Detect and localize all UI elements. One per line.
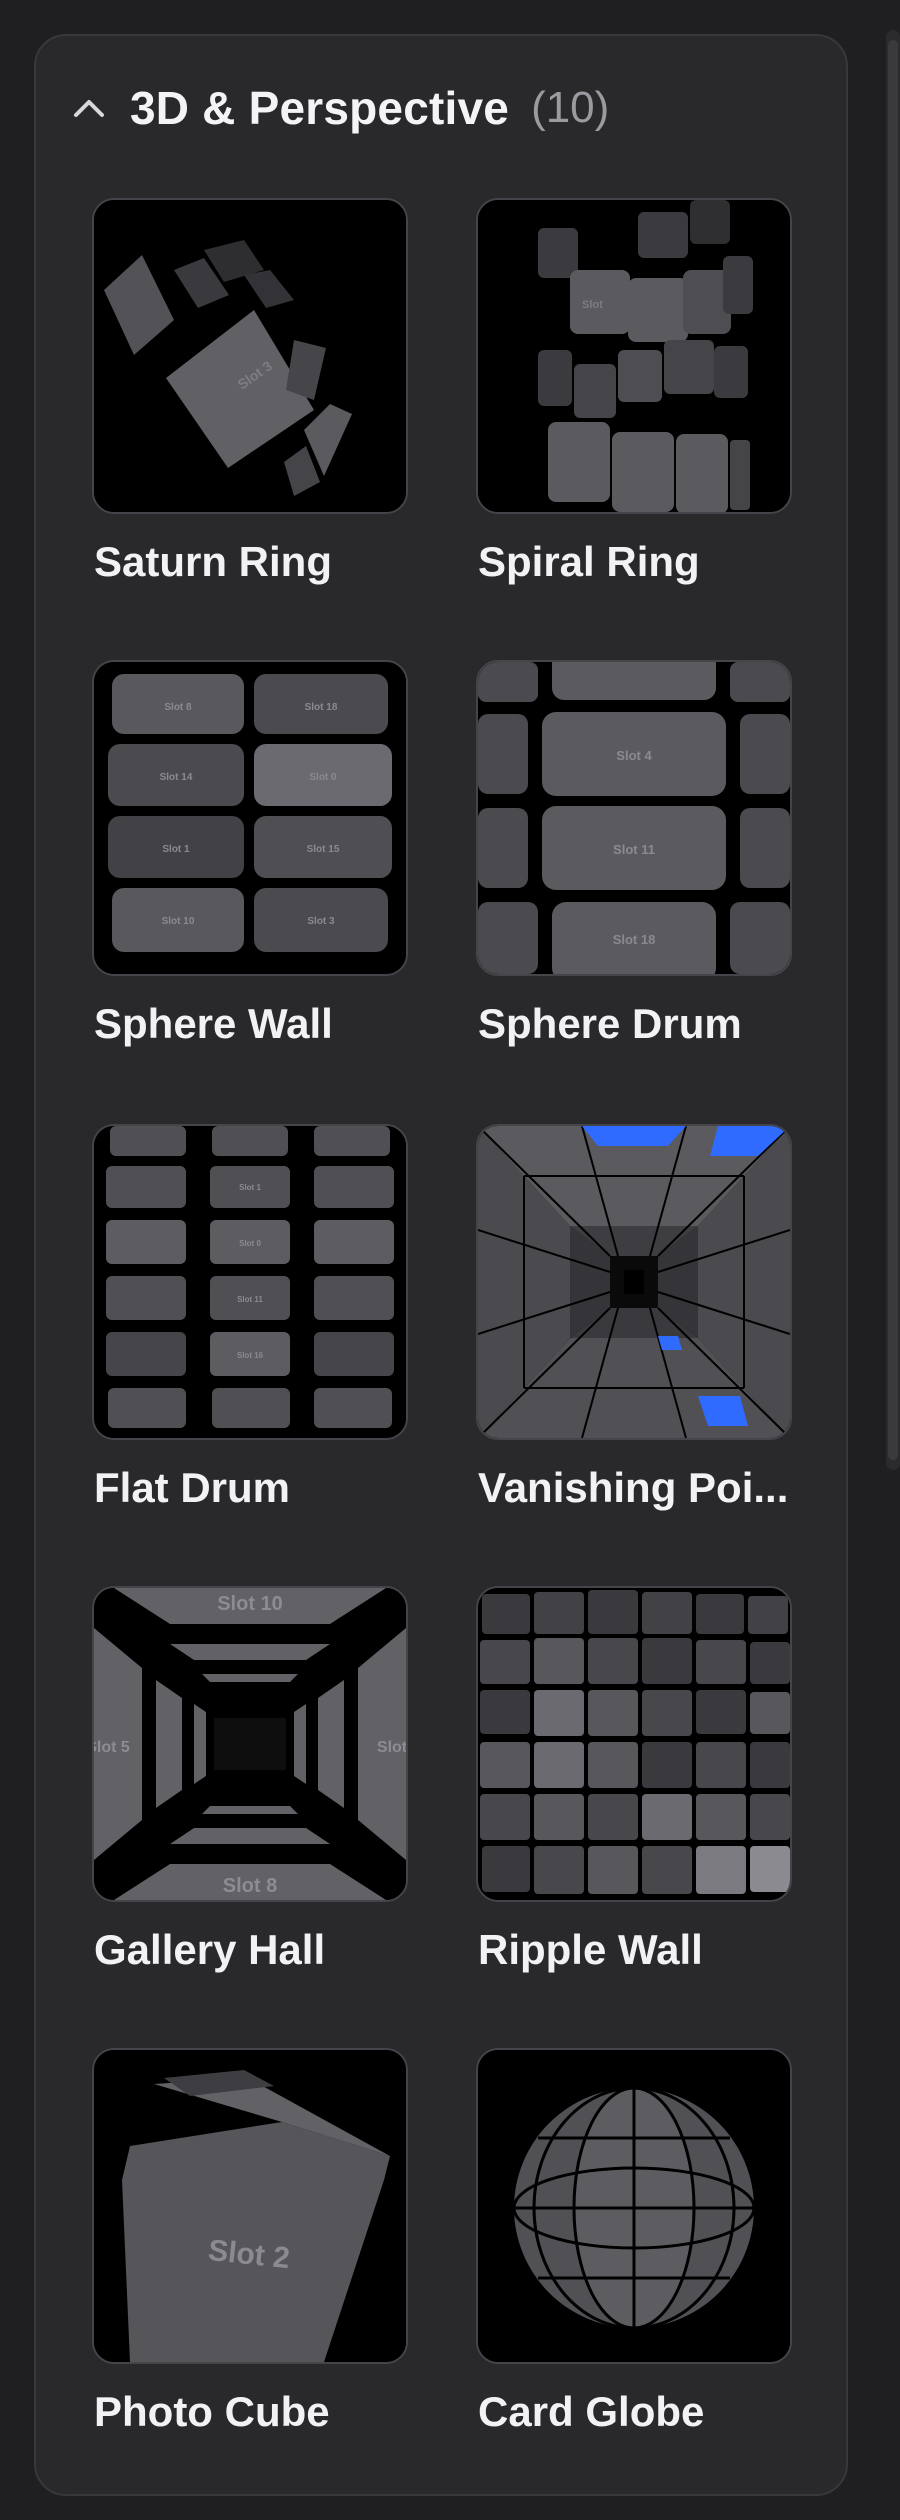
effect-card-spiral-ring[interactable]: Slot Spiral Ring: [476, 198, 796, 586]
thumbnail: [476, 2048, 792, 2364]
thumb-text: Slot 18: [305, 702, 338, 713]
thumbnail: [476, 1124, 792, 1440]
section-count: (10): [531, 83, 610, 132]
thumbnail: [476, 1586, 792, 1902]
thumbnail: Slot 8 Slot 18 Slot 14 Slot 0 Slot 1 Slo…: [92, 660, 408, 976]
thumb-text: Slot 11: [613, 842, 655, 857]
thumb-text: Slot 0: [309, 772, 337, 783]
thumb-text: Slot 4: [616, 748, 652, 763]
effect-label: Card Globe: [478, 2388, 705, 2435]
effect-label: Ripple Wall: [478, 1926, 703, 1973]
effect-label: Spiral Ring: [478, 538, 700, 585]
chevron-up-icon[interactable]: [72, 96, 106, 120]
thumb-text: Slot 10: [217, 1593, 283, 1615]
effect-label: Flat Drum: [94, 1464, 291, 1511]
effect-label: Photo Cube: [94, 2388, 330, 2435]
thumb-text: Slot 8: [164, 702, 192, 713]
thumbnail: Slot: [476, 198, 792, 514]
thumb-text: Slot 11: [237, 1295, 263, 1304]
section-header[interactable]: 3D & Perspective (10): [72, 70, 609, 146]
effect-card-ripple-wall[interactable]: Ripple Wall: [476, 1586, 796, 1974]
thumb-text: Slot 3: [307, 916, 335, 927]
thumbnail: Slot 10 Slot 8 Slot 5 Slot: [92, 1586, 408, 1902]
effect-card-saturn-ring[interactable]: Slot 3 Saturn Ring: [92, 198, 412, 586]
effect-card-photo-cube[interactable]: Slot 2 Photo Cube: [92, 2048, 412, 2436]
scrollbar-thumb[interactable]: [888, 40, 898, 1460]
effect-card-flat-drum[interactable]: Slot 1 Slot 0 Slot 11 Slot 16 Flat Drum: [92, 1124, 412, 1512]
thumb-text: Slot: [582, 299, 603, 311]
thumbnail: Slot 3: [92, 198, 408, 514]
effect-label: Saturn Ring: [94, 538, 332, 585]
section-title: 3D & Perspective: [130, 82, 510, 134]
thumb-text: Slot: [377, 1739, 406, 1756]
thumb-text: Slot 18: [613, 932, 656, 947]
thumb-text: Slot 14: [160, 772, 193, 783]
thumb-text: Slot 1: [239, 1183, 261, 1192]
thumb-text: Slot 15: [307, 844, 340, 855]
effect-label: Sphere Wall: [94, 1000, 333, 1047]
effect-label: Gallery Hall: [94, 1926, 326, 1973]
effect-card-gallery-hall[interactable]: Slot 10 Slot 8 Slot 5 Slot Gallery Hall: [92, 1586, 412, 1974]
thumb-text: Slot 10: [162, 916, 195, 927]
effect-card-card-globe[interactable]: Card Globe: [476, 2048, 796, 2436]
thumb-text: Slot 8: [223, 1875, 277, 1897]
effect-card-sphere-wall[interactable]: Slot 8 Slot 18 Slot 14 Slot 0 Slot 1 Slo…: [92, 660, 412, 1048]
thumbnail: Slot 1 Slot 0 Slot 11 Slot 16: [92, 1124, 408, 1440]
effect-card-sphere-drum[interactable]: Slot 4 Slot 11 Slot 18 Sphere Drum: [476, 660, 796, 1048]
thumbnail: Slot 2: [92, 2048, 408, 2364]
thumbnail: Slot 4 Slot 11 Slot 18: [476, 660, 792, 976]
thumb-text: Slot 0: [239, 1239, 261, 1248]
thumb-text: Slot 1: [162, 844, 190, 855]
thumb-text: Slot 16: [237, 1351, 264, 1360]
thumb-text: Slot 5: [94, 1739, 130, 1756]
effect-label: Vanishing Poi...: [478, 1464, 789, 1511]
effect-card-vanishing-point[interactable]: Vanishing Poi...: [476, 1124, 796, 1512]
effect-label: Sphere Drum: [478, 1000, 742, 1047]
